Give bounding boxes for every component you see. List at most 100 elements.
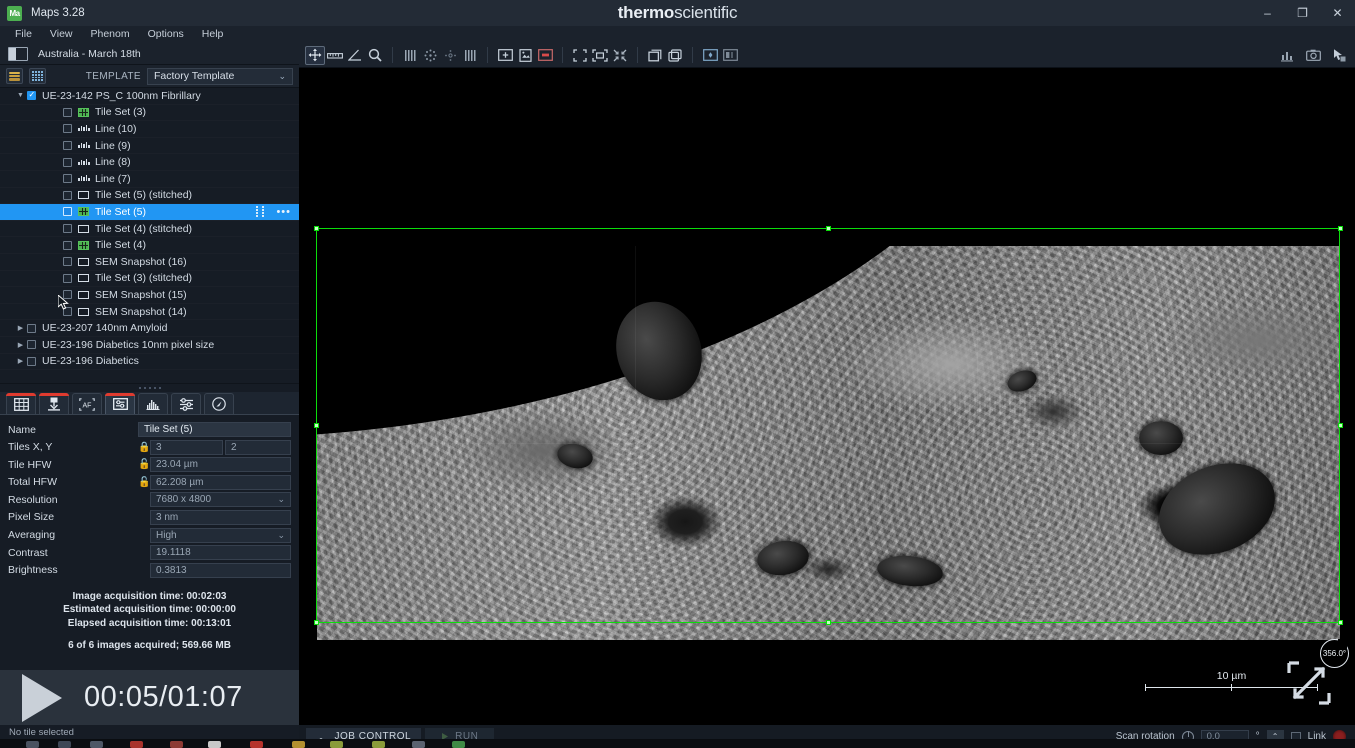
zoom-tool-button[interactable] <box>365 46 385 65</box>
expand-arrow-icon[interactable]: ▶ <box>14 324 27 332</box>
taskbar-icon-12[interactable] <box>452 741 465 748</box>
menu-help[interactable]: Help <box>193 26 233 43</box>
duplicate-layer-button[interactable] <box>645 46 665 65</box>
grid-view-button[interactable] <box>29 68 46 84</box>
taskbar-icon-10[interactable] <box>372 741 385 748</box>
tree-checkbox[interactable] <box>63 224 72 234</box>
tree-checkbox[interactable] <box>63 157 72 167</box>
tree-checkbox[interactable] <box>63 190 72 200</box>
tree-row-sem16[interactable]: SEM Snapshot (16) <box>0 254 299 271</box>
tree-row-line9[interactable]: Line (9) <box>0 138 299 155</box>
copy-layer-button[interactable] <box>665 46 685 65</box>
pointer-button[interactable] <box>1329 46 1349 65</box>
tab-navigation[interactable] <box>204 393 234 414</box>
tree-row-tileset3-stitched[interactable]: Tile Set (3) (stitched) <box>0 271 299 288</box>
pixel-size-input[interactable]: 3 nm <box>150 509 291 525</box>
menu-file[interactable]: File <box>6 26 41 43</box>
layers-button[interactable] <box>6 68 23 84</box>
play-icon[interactable] <box>22 673 62 722</box>
tab-autofocus[interactable]: AF <box>72 393 102 414</box>
angle-tool-button[interactable] <box>345 46 365 65</box>
taskbar-icon-1[interactable] <box>26 741 39 748</box>
menu-phenom[interactable]: Phenom <box>82 26 139 43</box>
project-tree[interactable]: ▼ UE-23-142 PS_C 100nm Fibrillary Tile S… <box>0 88 299 383</box>
lock-closed-icon[interactable]: 🔒 <box>138 442 150 453</box>
handle-top-right[interactable] <box>1338 226 1343 231</box>
tab-image-settings[interactable] <box>105 393 135 414</box>
tree-checkbox[interactable] <box>63 207 72 217</box>
panel-toggle-icon[interactable] <box>8 46 28 61</box>
tiles-y-input[interactable]: 2 <box>225 439 291 455</box>
tile-radial-button[interactable] <box>420 46 440 65</box>
tree-row-project-1[interactable]: ▶ UE-23-207 140nm Amyloid <box>0 320 299 337</box>
tile-hfw-input[interactable]: 23.04 µm <box>150 457 291 473</box>
tree-row-project-3[interactable]: ▶ UE-23-196 Diabetics <box>0 354 299 371</box>
tile-square-button[interactable] <box>460 46 480 65</box>
resolution-select[interactable]: 7680 x 4800 ⌄ <box>150 492 291 508</box>
tree-row-tileset4[interactable]: Tile Set (4) <box>0 237 299 254</box>
taskbar-icon-6[interactable] <box>208 741 221 748</box>
expand-arrow-icon[interactable]: ▶ <box>14 341 27 349</box>
row-menu-icon[interactable]: ••• <box>276 206 291 217</box>
tree-row-tileset5-stitched[interactable]: Tile Set (5) (stitched) <box>0 188 299 205</box>
electron-micrograph[interactable] <box>317 246 1340 640</box>
taskbar-icon-5[interactable] <box>170 741 183 748</box>
tree-checkbox[interactable] <box>63 124 72 134</box>
panel-splitter[interactable] <box>0 383 299 392</box>
camera-button[interactable] <box>1303 46 1323 65</box>
taskbar-icon-9[interactable] <box>330 741 343 748</box>
tree-checkbox[interactable] <box>27 340 36 350</box>
name-input[interactable]: Tile Set (5) <box>138 422 291 437</box>
tile-sparse-button[interactable] <box>440 46 460 65</box>
fit-view-button[interactable] <box>590 46 610 65</box>
tree-row-project-0[interactable]: ▼ UE-23-142 PS_C 100nm Fibrillary <box>0 88 299 105</box>
taskbar-icon-4[interactable] <box>130 741 143 748</box>
tree-checkbox[interactable] <box>63 240 72 250</box>
maximize-button[interactable]: ❐ <box>1285 0 1320 26</box>
lock-open-icon[interactable]: 🔓 <box>138 459 150 470</box>
tree-checkbox[interactable] <box>63 273 72 283</box>
tree-checkbox[interactable] <box>63 174 72 184</box>
split-view-button[interactable] <box>720 46 740 65</box>
tile-dense-button[interactable] <box>400 46 420 65</box>
tree-row-line7[interactable]: Line (7) <box>0 171 299 188</box>
taskbar-icon-2[interactable] <box>58 741 71 748</box>
tree-row-tileset4-stitched[interactable]: Tile Set (4) (stitched) <box>0 221 299 238</box>
tree-row-tileset5[interactable]: Tile Set (5) ••• <box>0 204 299 221</box>
stitch-status-icon[interactable] <box>256 206 267 218</box>
tree-checkbox[interactable] <box>27 90 36 101</box>
tab-focus[interactable] <box>39 393 69 414</box>
add-document-button[interactable] <box>515 46 535 65</box>
taskbar-icon-8[interactable] <box>292 741 305 748</box>
expand-view-control[interactable] <box>1287 661 1331 705</box>
tree-row-line8[interactable]: Line (8) <box>0 154 299 171</box>
tree-row-sem14[interactable]: SEM Snapshot (14) <box>0 304 299 321</box>
tiles-x-input[interactable]: 3 <box>150 439 223 455</box>
tree-checkbox[interactable] <box>27 356 36 366</box>
tree-row-tileset3[interactable]: Tile Set (3) <box>0 105 299 122</box>
fit-selection-button[interactable] <box>570 46 590 65</box>
move-tool-button[interactable] <box>305 45 325 65</box>
tree-row-sem15[interactable]: SEM Snapshot (15) <box>0 287 299 304</box>
template-select[interactable]: Factory Template ⌄ <box>147 67 293 85</box>
image-canvas[interactable]: 10 µm 356.0° <box>299 68 1355 725</box>
contrast-input[interactable]: 19.1118 <box>150 545 291 561</box>
taskbar-icon-11[interactable] <box>412 741 425 748</box>
total-hfw-input[interactable]: 62.208 µm <box>150 474 291 490</box>
tab-tile-grid[interactable] <box>6 393 36 414</box>
expand-arrow-icon[interactable]: ▼ <box>14 92 27 99</box>
tree-checkbox[interactable] <box>63 141 72 151</box>
tree-row-line10[interactable]: Line (10) <box>0 121 299 138</box>
close-button[interactable]: ✕ <box>1320 0 1355 26</box>
handle-top-center[interactable] <box>826 226 831 231</box>
averaging-select[interactable]: High ⌄ <box>150 527 291 543</box>
minimize-button[interactable]: – <box>1250 0 1285 26</box>
handle-top-left[interactable] <box>314 226 319 231</box>
add-snapshot-button[interactable] <box>495 46 515 65</box>
menu-options[interactable]: Options <box>139 26 193 43</box>
brightness-input[interactable]: 0.3813 <box>150 562 291 578</box>
lock-open-icon[interactable]: 🔓 <box>138 477 150 488</box>
tab-sliders[interactable] <box>171 393 201 414</box>
taskbar-icon-7[interactable] <box>250 741 263 748</box>
taskbar-icon-3[interactable] <box>90 741 103 748</box>
